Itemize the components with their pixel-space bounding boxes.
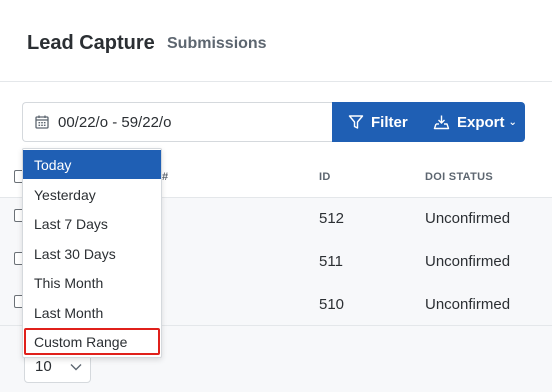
row-doi-status: Unconfirmed	[425, 253, 511, 270]
date-range-dropdown: Today Yesterday Last 7 Days Last 30 Days…	[22, 148, 162, 358]
row-doi-status: Unconfirmed	[425, 296, 511, 313]
dropdown-item-last-7-days[interactable]: Last 7 Days	[23, 209, 161, 238]
row-id: 510	[319, 296, 345, 313]
export-label: Export	[457, 113, 505, 131]
column-header-number: #	[162, 171, 169, 183]
calendar-icon	[34, 114, 50, 130]
filter-button[interactable]: Filter	[332, 102, 427, 142]
date-range-input[interactable]: 00/22/o - 59/22/o	[22, 102, 333, 142]
date-range-value: 00/22/o - 59/22/o	[58, 113, 172, 131]
page-subtitle: Submissions	[167, 35, 267, 52]
column-header-id: ID	[319, 171, 331, 183]
toolbar: 00/22/o - 59/22/o Filter Export ⌄	[22, 102, 525, 142]
row-id: 511	[319, 253, 343, 270]
page-title: Lead Capture	[27, 32, 155, 54]
row-doi-status: Unconfirmed	[425, 210, 511, 227]
action-button-group: Filter Export ⌄	[332, 102, 525, 142]
dropdown-item-today[interactable]: Today	[23, 150, 161, 179]
dropdown-item-yesterday[interactable]: Yesterday	[23, 180, 161, 209]
page-header: Lead Capture Submissions	[0, 0, 552, 82]
dropdown-item-this-month[interactable]: This Month	[23, 268, 161, 297]
export-button[interactable]: Export ⌄	[427, 102, 517, 142]
chevron-down-icon	[70, 363, 82, 371]
chevron-down-icon: ⌄	[508, 116, 517, 128]
custom-range-highlight	[24, 328, 160, 355]
filter-icon	[348, 115, 364, 129]
page-size-value: 10	[35, 358, 52, 375]
row-id: 512	[319, 210, 345, 227]
submissions-panel: Lead Capture Submissions 00/22/o - 59/22…	[0, 0, 552, 392]
filter-label: Filter	[371, 113, 408, 131]
column-header-doi-status: DOI STATUS	[425, 171, 493, 183]
dropdown-item-last-month[interactable]: Last Month	[23, 298, 161, 327]
export-icon	[433, 115, 450, 130]
dropdown-item-last-30-days[interactable]: Last 30 Days	[23, 239, 161, 268]
